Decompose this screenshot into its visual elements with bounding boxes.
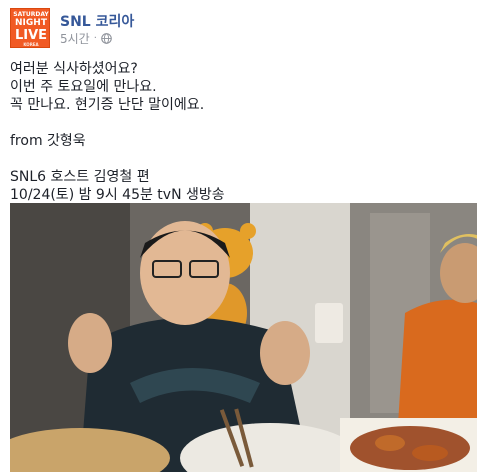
video-frame <box>10 203 477 472</box>
logo-line3: LIVE <box>14 28 48 43</box>
snl-logo: SATURDAY NIGHT LIVE KOREA <box>13 12 49 47</box>
logo-line2: NIGHT <box>15 18 47 28</box>
post-header: SATURDAY NIGHT LIVE KOREA SNL 코리아 5시간 · <box>10 8 470 50</box>
globe-icon[interactable] <box>101 33 112 44</box>
paragraph-schedule: SNL6 호스트 김영철 편 10/24(토) 밤 9시 45분 tvN 생방송 <box>10 168 475 204</box>
post-text: 여러분 식사하셨어요? 이번 주 토요일에 만나요. 꼭 만나요. 현기증 난단… <box>10 60 475 222</box>
timestamp-link[interactable]: 5시간 <box>60 30 90 47</box>
separator-dot: · <box>93 33 97 44</box>
paragraph-greeting: 여러분 식사하셨어요? 이번 주 토요일에 만나요. 꼭 만나요. 현기증 난단… <box>10 60 475 114</box>
text-line: 꼭 만나요. 현기증 난단 말이에요. <box>10 97 205 113</box>
text-line: from 갓형욱 <box>10 133 86 149</box>
text-line: SNL6 호스트 김영철 편 <box>10 169 150 185</box>
logo-line4: KOREA <box>23 42 39 47</box>
text-line: 10/24(토) 밤 9시 45분 tvN 생방송 <box>10 187 225 203</box>
post-meta: 5시간 · <box>60 30 112 47</box>
paragraph-credit: from 갓형욱 <box>10 132 475 150</box>
food-plate-right <box>350 426 470 470</box>
page-name-link[interactable]: SNL 코리아 <box>60 11 134 31</box>
page-avatar[interactable]: SATURDAY NIGHT LIVE KOREA <box>10 8 50 48</box>
video-player[interactable] <box>10 203 477 472</box>
text-line: 여러분 식사하셨어요? <box>10 61 138 77</box>
text-line: 이번 주 토요일에 만나요. <box>10 79 157 95</box>
